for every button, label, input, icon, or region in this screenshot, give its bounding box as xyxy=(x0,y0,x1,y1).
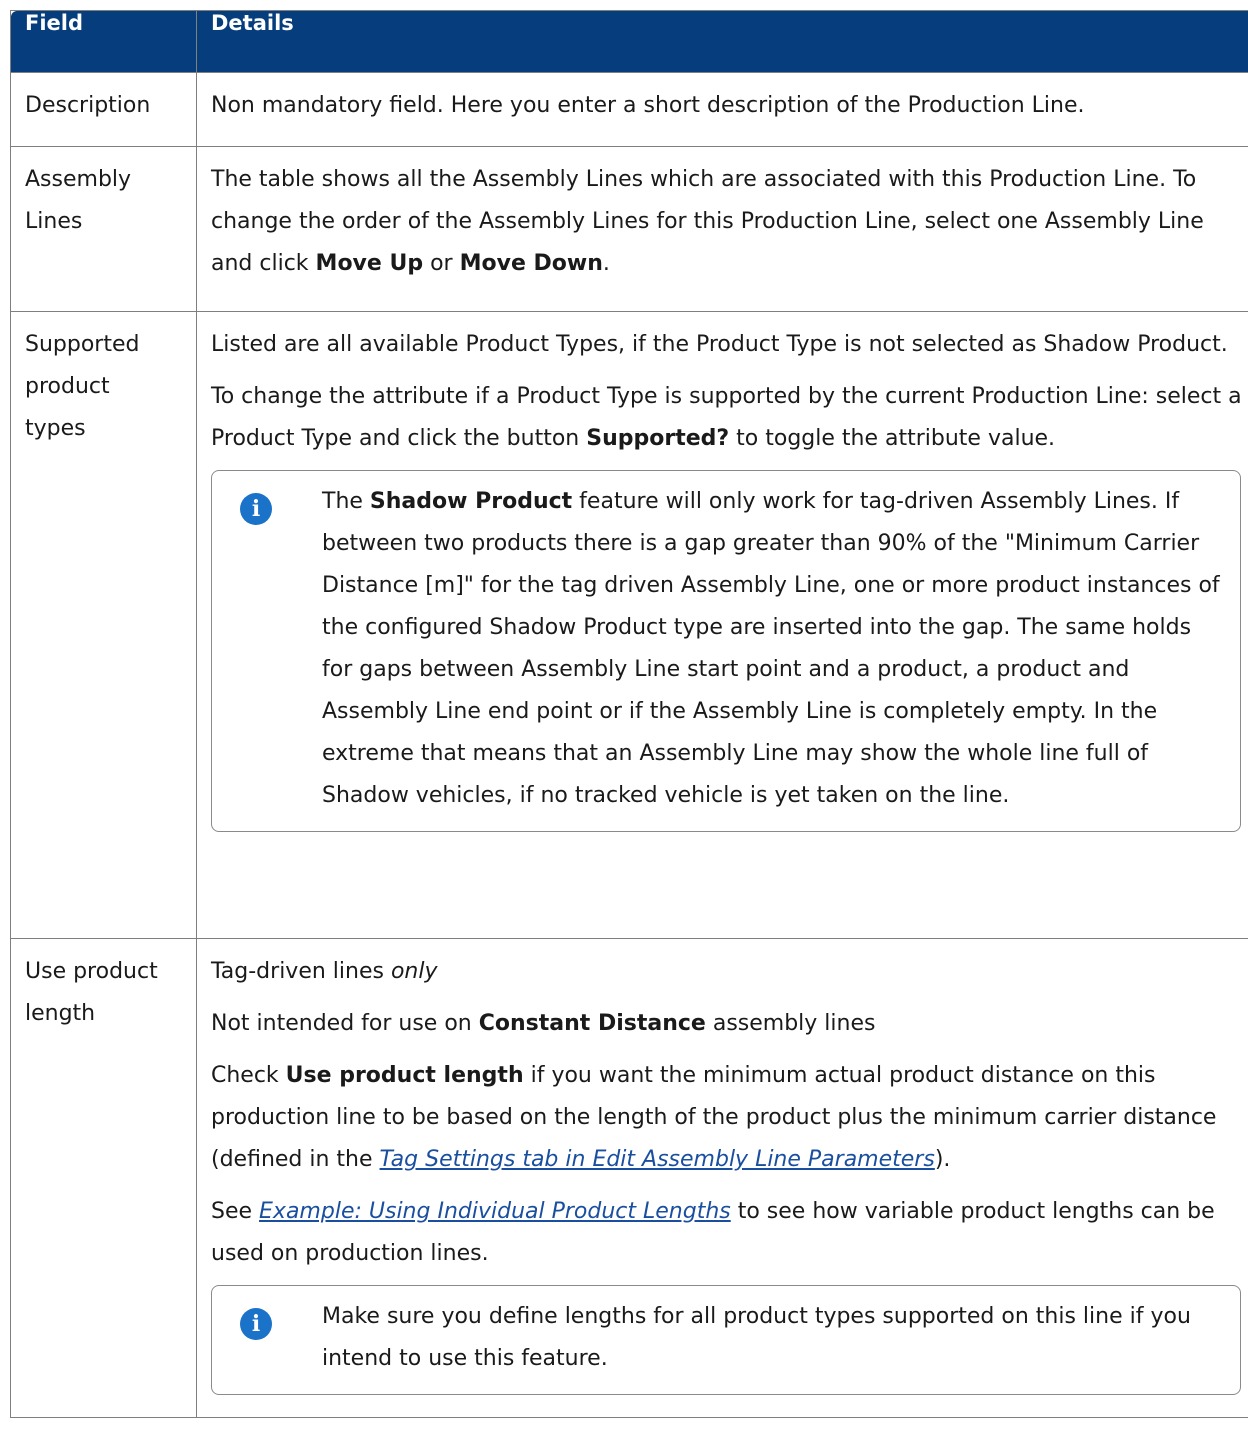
text-run: See xyxy=(211,1199,260,1224)
text-run: Tag-driven lines xyxy=(211,959,391,984)
bold-move-up: Move Up xyxy=(315,251,424,276)
field-label: Supported xyxy=(25,332,140,357)
field-label: Assembly xyxy=(25,167,132,192)
field-assembly-lines: Assembly Lines xyxy=(11,147,197,312)
field-label: types xyxy=(25,416,86,441)
text-run: . xyxy=(602,251,610,276)
bold-use-product-length: Use product length xyxy=(285,1063,524,1088)
info-icon: i xyxy=(240,1308,272,1340)
fields-table: Field Details Description Non mandatory … xyxy=(10,10,1248,1418)
details-paragraph: Listed are all available Product Types, … xyxy=(211,332,1228,357)
field-description: Description xyxy=(11,73,197,147)
table-row: Supported product types Listed are all a… xyxy=(11,312,1248,939)
text-run: The xyxy=(322,489,370,514)
field-label: Lines xyxy=(25,209,83,234)
text-run: to toggle the attribute value. xyxy=(729,426,1056,451)
table-row: Description Non mandatory field. Here yo… xyxy=(11,73,1248,147)
field-label: product xyxy=(25,374,110,399)
details-use-product-length: Tag-driven lines only Not intended for u… xyxy=(197,939,1248,1418)
details-paragraph: To change the attribute if a Product Typ… xyxy=(211,376,1245,460)
field-supported-product-types: Supported product types xyxy=(11,312,197,939)
table-row: Use product length Tag-driven lines only… xyxy=(11,939,1248,1418)
table-row: Assembly Lines The table shows all the A… xyxy=(11,147,1248,312)
details-supported-product-types: Listed are all available Product Types, … xyxy=(197,312,1248,939)
text-run: feature will only work for tag-driven As… xyxy=(322,489,1220,808)
text-run: or xyxy=(423,251,460,276)
table-header-row: Field Details xyxy=(11,11,1248,73)
details-description: Non mandatory field. Here you enter a sh… xyxy=(197,73,1248,147)
bold-constant-distance: Constant Distance xyxy=(478,1011,706,1036)
note-box: i The Shadow Product feature will only w… xyxy=(211,470,1241,832)
note-text: Make sure you define lengths for all pro… xyxy=(322,1304,1191,1371)
link-tag-settings[interactable]: Tag Settings tab in Edit Assembly Line P… xyxy=(380,1147,935,1172)
text-run: Check xyxy=(211,1063,286,1088)
text-run: assembly lines xyxy=(705,1011,876,1036)
details-paragraph: See Example: Using Individual Product Le… xyxy=(211,1191,1245,1275)
details-paragraph: Check Use product length if you want the… xyxy=(211,1055,1245,1181)
bold-shadow-product: Shadow Product xyxy=(369,489,573,514)
details-paragraph: Not intended for use on Constant Distanc… xyxy=(211,1003,1245,1045)
italic-only: only xyxy=(390,959,438,984)
field-label: length xyxy=(25,1001,96,1026)
text-run: Not intended for use on xyxy=(211,1011,479,1036)
note-box: i Make sure you define lengths for all p… xyxy=(211,1285,1241,1395)
header-field: Field xyxy=(11,11,197,73)
details-paragraph: Tag-driven lines only xyxy=(211,951,1245,993)
details-assembly-lines: The table shows all the Assembly Lines w… xyxy=(197,147,1248,312)
bold-move-down: Move Down xyxy=(459,251,603,276)
field-label: Use product xyxy=(25,959,158,984)
text-run: ). xyxy=(934,1147,951,1172)
field-use-product-length: Use product length xyxy=(11,939,197,1418)
bold-supported: Supported? xyxy=(586,426,730,451)
note-text: The Shadow Product feature will only wor… xyxy=(322,481,1224,817)
details-paragraph: The table shows all the Assembly Lines w… xyxy=(211,159,1245,285)
field-label: Description xyxy=(25,93,151,118)
details-paragraph: Non mandatory field. Here you enter a sh… xyxy=(211,93,1085,118)
header-details: Details xyxy=(197,11,1248,73)
info-icon: i xyxy=(240,493,272,525)
link-example-product-lengths[interactable]: Example: Using Individual Product Length… xyxy=(259,1199,731,1224)
